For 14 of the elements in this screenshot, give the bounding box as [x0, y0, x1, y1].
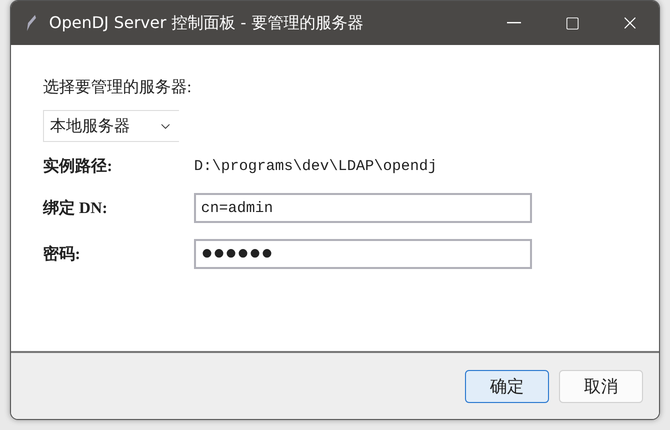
dialog-button[interactable]: 取消 — [559, 370, 643, 402]
input-field[interactable]: cn=admin — [194, 193, 532, 223]
field-label: 密码: — [43, 244, 82, 264]
instance-path: D:\programs\dev\LDAP\opendj — [194, 158, 438, 175]
feather-icon — [25, 14, 37, 32]
server-prompt: 选择要管理的服务器: — [43, 78, 192, 98]
maximize-icon — [564, 16, 580, 30]
field-label: 实例路径: — [43, 156, 114, 177]
minimize-icon — [507, 22, 521, 24]
password-field[interactable]: ●●●●●● — [194, 239, 532, 269]
field-label: 绑定 DN: — [43, 198, 108, 218]
server-dropdown[interactable]: 本地服务器 — [43, 110, 179, 142]
dialog-button[interactable]: 确定 — [465, 370, 549, 402]
window-title: OpenDJ Server 控制面板 - 要管理的服务器 — [49, 12, 364, 34]
